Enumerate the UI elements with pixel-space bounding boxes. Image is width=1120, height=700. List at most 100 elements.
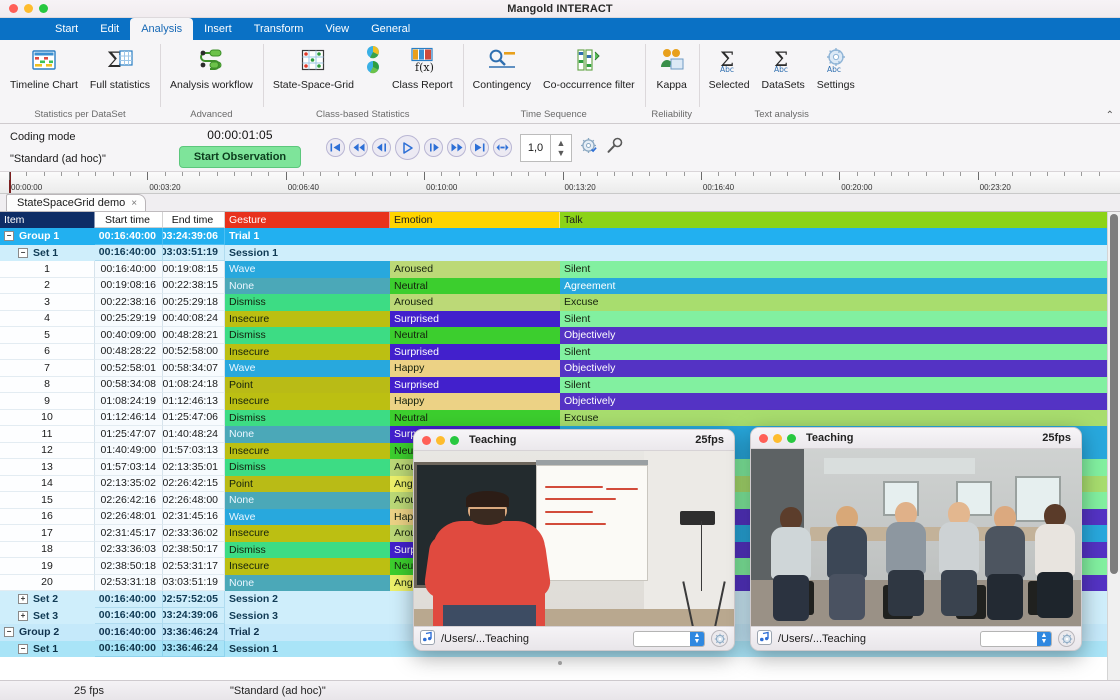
column-header-emotion[interactable]: Emotion [390, 212, 560, 228]
cell-item-tree[interactable]: −Group 2 [0, 624, 95, 641]
column-header-start-time[interactable]: Start time [95, 212, 163, 228]
cell-gesture[interactable]: Point [225, 377, 390, 394]
cell-end-time[interactable]: 00:19:08:15 [163, 261, 225, 278]
cell-item[interactable]: 10 [0, 410, 95, 427]
kappa-button[interactable]: Kappa [649, 43, 695, 91]
cell-start-time[interactable]: 02:13:35:02 [95, 476, 163, 493]
tree-toggle[interactable]: − [4, 627, 14, 637]
selected-button[interactable]: Σ Abc Selected [703, 43, 756, 91]
video-right-canvas[interactable] [751, 449, 1081, 626]
cell-end-time[interactable]: 02:13:35:01 [163, 459, 225, 476]
cell-end-time[interactable]: 02:53:31:17 [163, 558, 225, 575]
document-tab-statespacegrid-demo[interactable]: StateSpaceGrid demo × [6, 194, 146, 211]
cell-start-time[interactable]: 01:25:47:07 [95, 426, 163, 443]
cell-end-time[interactable]: 02:26:48:00 [163, 492, 225, 509]
ribbon-tab-analysis[interactable]: Analysis [130, 18, 193, 40]
tree-toggle[interactable]: + [18, 594, 28, 604]
cell-gesture[interactable]: Insecure [225, 443, 390, 460]
cell-start-time[interactable]: 02:38:50:18 [95, 558, 163, 575]
cell-end-time[interactable]: 03:36:46:24 [163, 624, 225, 641]
cell-item[interactable]: 5 [0, 327, 95, 344]
cell-gesture[interactable]: Trial 2 [225, 624, 390, 641]
forward-fast-button[interactable] [447, 138, 466, 157]
start-observation-button[interactable]: Start Observation [179, 146, 301, 168]
cell-item[interactable]: 4 [0, 311, 95, 328]
full-statistics-button[interactable]: Σ Full statistics [84, 43, 156, 91]
class-report-button[interactable]: f(x) Class Report [386, 43, 459, 91]
cell-end-time[interactable]: 03:03:51:19 [163, 575, 225, 592]
step-back-button[interactable] [372, 138, 391, 157]
state-space-grid-button[interactable]: State-Space-Grid [267, 43, 360, 91]
table-row[interactable]: 200:19:08:1600:22:38:15NoneNeutralAgreem… [0, 278, 1120, 295]
grid-vertical-scrollbar[interactable] [1107, 212, 1120, 680]
cell-item[interactable]: 1 [0, 261, 95, 278]
cell-start-time[interactable]: 01:40:49:00 [95, 443, 163, 460]
cell-end-time[interactable]: 01:57:03:13 [163, 443, 225, 460]
cell-gesture[interactable]: None [225, 426, 390, 443]
cell-end-time[interactable]: 03:24:39:06 [163, 608, 225, 625]
cell-end-time[interactable]: 00:58:34:07 [163, 360, 225, 377]
table-row[interactable]: 600:48:28:2200:52:58:00InsecureSurprised… [0, 344, 1120, 361]
cell-item-tree[interactable]: +Set 3 [0, 608, 95, 625]
ribbon-tab-transform[interactable]: Transform [243, 18, 315, 40]
cell-gesture[interactable]: None [225, 575, 390, 592]
cell-end-time[interactable]: 03:03:51:19 [163, 245, 225, 262]
cell-start-time[interactable]: 00:22:38:16 [95, 294, 163, 311]
video-window-left[interactable]: Teaching 25fps [413, 429, 735, 651]
gear-icon[interactable] [580, 137, 598, 158]
step-forward-button[interactable] [424, 138, 443, 157]
cell-talk[interactable]: Silent [560, 261, 1120, 278]
timeline-chart-button[interactable]: Timeline Chart [4, 43, 84, 91]
cell-emotion[interactable] [390, 228, 560, 245]
settings-button[interactable]: Abc Settings [811, 43, 861, 91]
cell-gesture[interactable]: Dismiss [225, 459, 390, 476]
ribbon-tab-edit[interactable]: Edit [89, 18, 130, 40]
cell-talk[interactable] [560, 245, 1120, 262]
video-left-close-button[interactable] [422, 436, 431, 445]
cell-gesture[interactable]: Point [225, 476, 390, 493]
cell-emotion[interactable]: Aroused [390, 261, 560, 278]
table-row[interactable]: −Set 100:16:40:0003:03:51:19Session 1 [0, 245, 1120, 262]
cell-item[interactable]: 19 [0, 558, 95, 575]
cell-start-time[interactable]: 00:52:58:01 [95, 360, 163, 377]
analysis-workflow-button[interactable]: Analysis workflow [164, 43, 259, 91]
cell-item-tree[interactable]: −Group 1 [0, 228, 95, 245]
cell-gesture[interactable]: Dismiss [225, 327, 390, 344]
cell-gesture[interactable]: Insecure [225, 393, 390, 410]
cell-end-time[interactable]: 00:25:29:18 [163, 294, 225, 311]
cell-talk[interactable]: Silent [560, 377, 1120, 394]
cell-end-time[interactable]: 00:52:58:00 [163, 344, 225, 361]
cell-gesture[interactable]: Wave [225, 261, 390, 278]
cell-end-time[interactable]: 01:40:48:24 [163, 426, 225, 443]
table-row[interactable]: 800:58:34:0801:08:24:18PointSurprisedSil… [0, 377, 1120, 394]
cell-end-time[interactable]: 00:22:38:15 [163, 278, 225, 295]
cell-start-time[interactable]: 00:48:28:22 [95, 344, 163, 361]
go-to-end-button[interactable] [470, 138, 489, 157]
cell-item[interactable]: 14 [0, 476, 95, 493]
co-occurrence-filter-button[interactable]: Co-occurrence filter [537, 43, 641, 91]
video-right-maximize-button[interactable] [787, 434, 796, 443]
cell-start-time[interactable]: 01:57:03:14 [95, 459, 163, 476]
video-right-close-button[interactable] [759, 434, 768, 443]
cell-emotion[interactable]: Aroused [390, 294, 560, 311]
cell-item[interactable]: 2 [0, 278, 95, 295]
tree-toggle[interactable]: − [18, 248, 28, 258]
cell-end-time[interactable]: 00:48:28:21 [163, 327, 225, 344]
cell-item[interactable]: 11 [0, 426, 95, 443]
table-row[interactable]: 400:25:29:1900:40:08:24InsecureSurprised… [0, 311, 1120, 328]
table-row[interactable]: 1001:12:46:1401:25:47:06DismissNeutralEx… [0, 410, 1120, 427]
cell-gesture[interactable]: None [225, 278, 390, 295]
column-header-item[interactable]: Item [0, 212, 95, 228]
cell-emotion[interactable]: Neutral [390, 278, 560, 295]
loop-button[interactable] [493, 138, 512, 157]
cell-start-time[interactable]: 00:16:40:00 [95, 641, 163, 658]
cell-gesture[interactable]: Insecure [225, 558, 390, 575]
cell-item[interactable]: 7 [0, 360, 95, 377]
cell-start-time[interactable]: 02:26:48:01 [95, 509, 163, 526]
chevron-updown-icon[interactable]: ▲▼ [1037, 632, 1051, 646]
cell-gesture[interactable]: None [225, 492, 390, 509]
cell-talk[interactable]: Objectively [560, 393, 1120, 410]
video-left-canvas[interactable] [414, 451, 734, 626]
table-row[interactable]: 100:16:40:0000:19:08:15WaveArousedSilent [0, 261, 1120, 278]
play-button[interactable] [395, 135, 420, 160]
